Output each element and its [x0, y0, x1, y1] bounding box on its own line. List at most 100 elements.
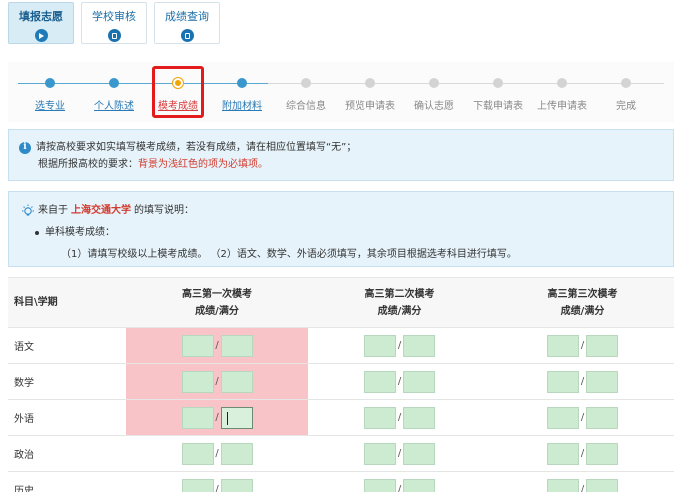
tab-school-review[interactable]: 学校审核: [81, 2, 147, 44]
mock-score-table: 科目\学期 高三第一次模考 成绩/满分 高三第二次模考 成绩/满分 高三第三次模考成…: [8, 277, 674, 492]
score-cell: /: [126, 471, 308, 492]
score-cell: /: [126, 399, 308, 436]
score-separator: /: [580, 484, 585, 492]
column-subtitle: 成绩/满分: [560, 305, 605, 317]
full-score-input[interactable]: [220, 478, 253, 492]
step-dot: [45, 78, 55, 88]
bullet-dot: [35, 231, 39, 235]
score-input[interactable]: [364, 334, 396, 357]
score-separator: /: [580, 376, 585, 387]
document-icon: [180, 29, 194, 42]
full-score-input[interactable]: [220, 334, 253, 357]
column-subtitle: 成绩/满分: [377, 305, 422, 317]
score-cell: /: [491, 399, 674, 436]
table-row: 数学 / / /: [8, 363, 674, 400]
score-separator: /: [580, 448, 585, 459]
tab-score-query[interactable]: 成绩查询: [154, 2, 220, 44]
bullet-text: 单科模考成绩：: [45, 227, 115, 238]
info-line: 根据所报高校的要求： 背景为浅红色的项为必填项。: [19, 156, 663, 173]
step-dot: [557, 78, 567, 88]
info-icon: i: [19, 141, 31, 154]
step-dot: [621, 78, 631, 88]
info-text: 请按高校要求如实填写模考成绩，若没有成绩，请在相应位置填写“无”；: [36, 142, 357, 153]
score-cell: /: [308, 399, 491, 436]
step-label[interactable]: 附加材料: [212, 97, 272, 112]
score-separator: /: [397, 484, 402, 492]
note-bullet: 单科模考成绩：: [21, 222, 661, 244]
full-score-input[interactable]: [586, 334, 618, 357]
column-header: 高三第二次模考 成绩/满分: [308, 277, 491, 328]
tab-label: 成绩查询: [165, 10, 209, 23]
tab-fill-application[interactable]: 填报志愿: [8, 2, 74, 44]
full-score-input[interactable]: [403, 478, 435, 492]
full-score-input[interactable]: [220, 370, 253, 393]
score-input[interactable]: [547, 478, 579, 492]
score-separator: /: [215, 340, 219, 351]
full-score-input[interactable]: [586, 442, 618, 465]
step-label[interactable]: 个人陈述: [84, 97, 144, 112]
score-cell: /: [126, 363, 308, 400]
score-input[interactable]: [547, 370, 579, 393]
corner-header: 科目\学期: [8, 277, 126, 328]
score-cell: /: [308, 435, 491, 472]
info-line: i 请按高校要求如实填写模考成绩，若没有成绩，请在相应位置填写“无”；: [19, 139, 663, 156]
detail-text: （1）请填写校级以上模考成绩。 （2）语文、数学、外语必须填写，其余项目根据选考…: [61, 249, 517, 260]
subject-label: 历史: [8, 471, 126, 492]
full-score-input[interactable]: [220, 442, 253, 465]
full-score-input[interactable]: [220, 406, 253, 429]
full-score-input[interactable]: [403, 406, 435, 429]
current-step-highlight: [152, 66, 204, 118]
step-dot: [237, 78, 247, 88]
full-score-input[interactable]: [403, 442, 435, 465]
score-separator: /: [215, 376, 219, 387]
step-dot: [429, 78, 439, 88]
document-icon: [107, 29, 121, 42]
score-input[interactable]: [181, 334, 214, 357]
step-label: 确认志愿: [414, 101, 454, 112]
full-score-input[interactable]: [586, 406, 618, 429]
score-input[interactable]: [547, 442, 579, 465]
score-input[interactable]: [364, 370, 396, 393]
step-label[interactable]: 选专业: [20, 97, 80, 112]
step-label: 完成: [616, 101, 636, 112]
score-input[interactable]: [181, 406, 214, 429]
table-row: 历史 / / /: [8, 471, 674, 492]
step-dot: [301, 78, 311, 88]
note-header: 来自于 上海交通大学 的填写说明：: [21, 200, 661, 222]
full-score-input[interactable]: [403, 370, 435, 393]
school-name: 上海交通大学: [71, 205, 131, 216]
tab-label: 学校审核: [92, 10, 136, 23]
column-header: 高三第一次模考 成绩/满分: [126, 277, 308, 328]
play-icon: [34, 29, 48, 42]
table-row: 外语 / / /: [8, 399, 674, 436]
step-dot: [365, 78, 375, 88]
column-subtitle: 成绩/满分: [195, 305, 239, 317]
score-input[interactable]: [364, 406, 396, 429]
score-input[interactable]: [181, 478, 214, 492]
full-score-input[interactable]: [403, 334, 435, 357]
score-cell: /: [491, 363, 674, 400]
tab-label: 填报志愿: [19, 10, 63, 23]
score-input[interactable]: [181, 370, 214, 393]
score-separator: /: [215, 484, 219, 492]
score-cell: /: [308, 327, 491, 364]
score-cell: /: [308, 363, 491, 400]
score-cell: /: [491, 471, 674, 492]
steps-track-completed: [18, 83, 268, 84]
score-input[interactable]: [547, 334, 579, 357]
full-score-input[interactable]: [586, 370, 618, 393]
score-input[interactable]: [547, 406, 579, 429]
full-score-input[interactable]: [586, 478, 618, 492]
lightbulb-icon: [22, 204, 34, 216]
subject-label: 数学: [8, 363, 126, 400]
score-cell: /: [126, 435, 308, 472]
step-label: 下载申请表: [473, 101, 523, 112]
score-separator: /: [397, 340, 402, 351]
table-row: 语文 / / /: [8, 327, 674, 364]
top-tabs: 填报志愿 学校审核 成绩查询: [8, 2, 220, 44]
school-instructions: 来自于 上海交通大学 的填写说明： 单科模考成绩： （1）请填写校级以上模考成绩…: [8, 191, 674, 267]
score-input[interactable]: [364, 442, 396, 465]
info-notice: i 请按高校要求如实填写模考成绩，若没有成绩，请在相应位置填写“无”； 根据所报…: [8, 129, 674, 181]
score-input[interactable]: [364, 478, 396, 492]
score-input[interactable]: [181, 442, 214, 465]
